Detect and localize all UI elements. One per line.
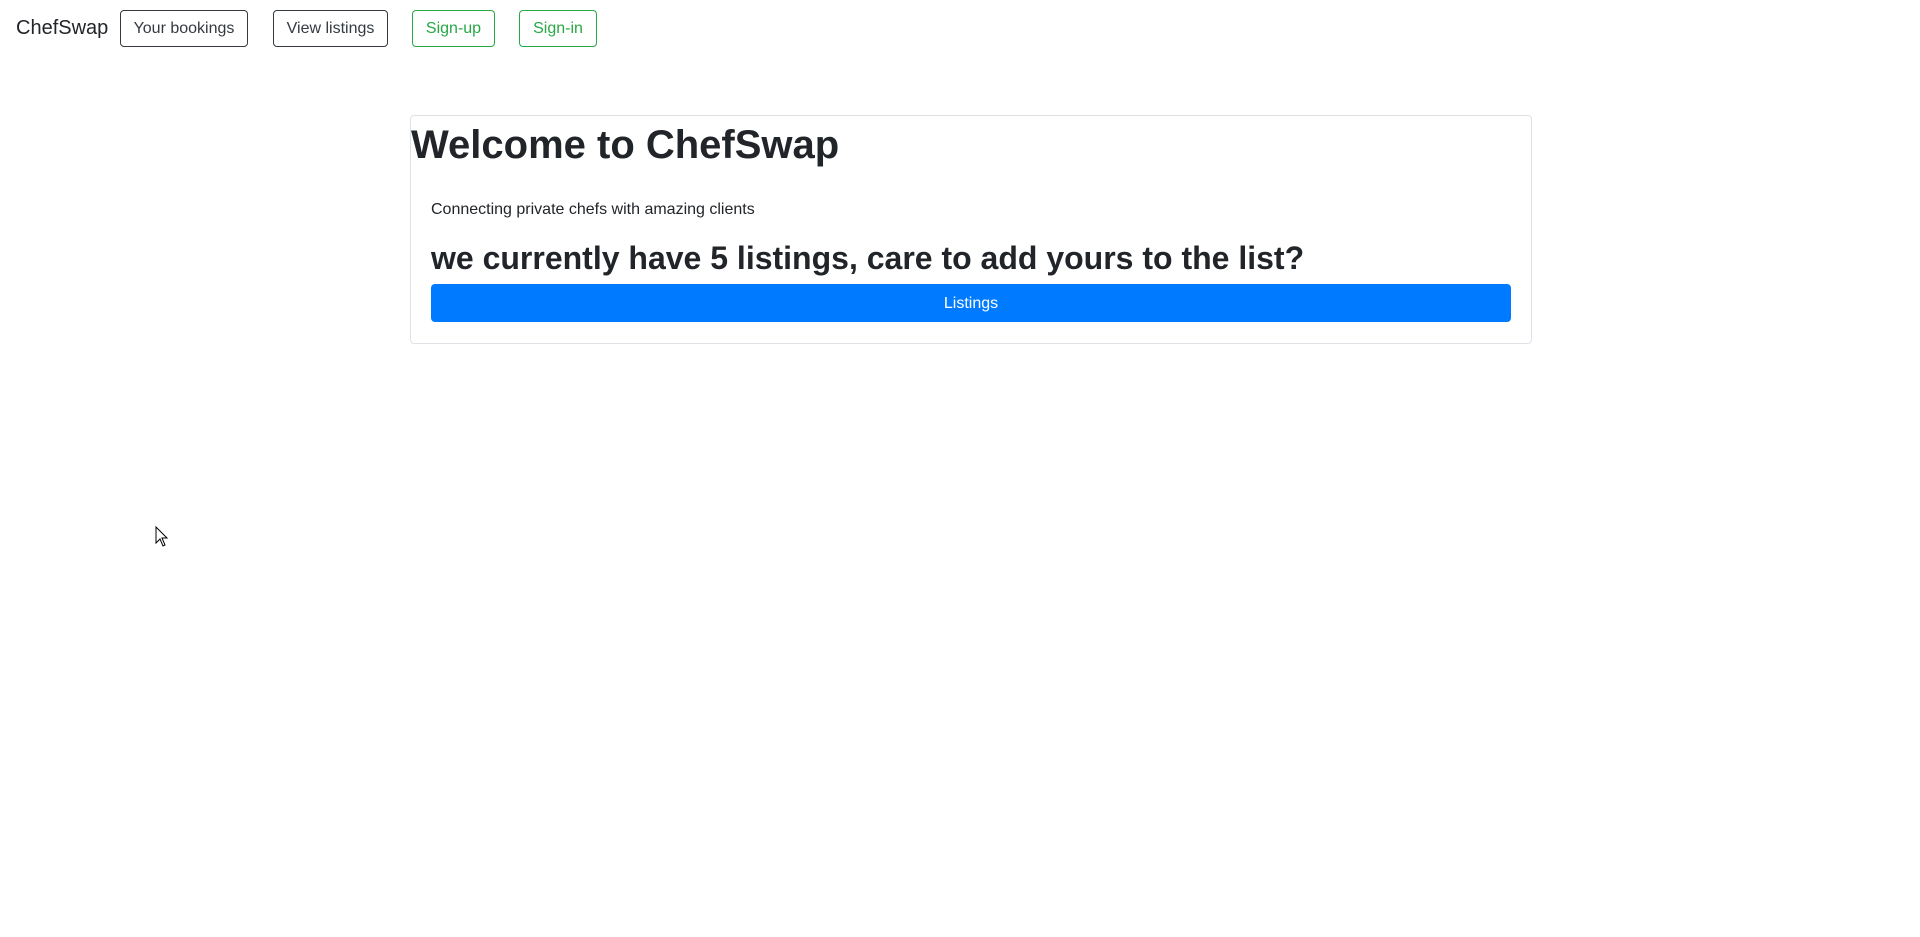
view-listings-button[interactable]: View listings [273,10,388,47]
welcome-card: Welcome to ChefSwap Connecting private c… [410,115,1532,344]
brand-logo-text[interactable]: ChefSwap [16,16,108,40]
listings-count-heading: we currently have 5 listings, care to ad… [431,240,1305,276]
sign-in-button[interactable]: Sign-in [519,10,597,47]
sign-up-button[interactable]: Sign-up [412,10,495,47]
welcome-title: Welcome to ChefSwap [411,123,840,167]
mouse-pointer-icon [155,526,169,547]
top-navbar: ChefSwap Your bookings View listings Sig… [0,0,1920,56]
welcome-subtitle: Connecting private chefs with amazing cl… [431,201,755,218]
your-bookings-button[interactable]: Your bookings [120,10,248,47]
listings-button[interactable]: Listings [431,284,1511,322]
